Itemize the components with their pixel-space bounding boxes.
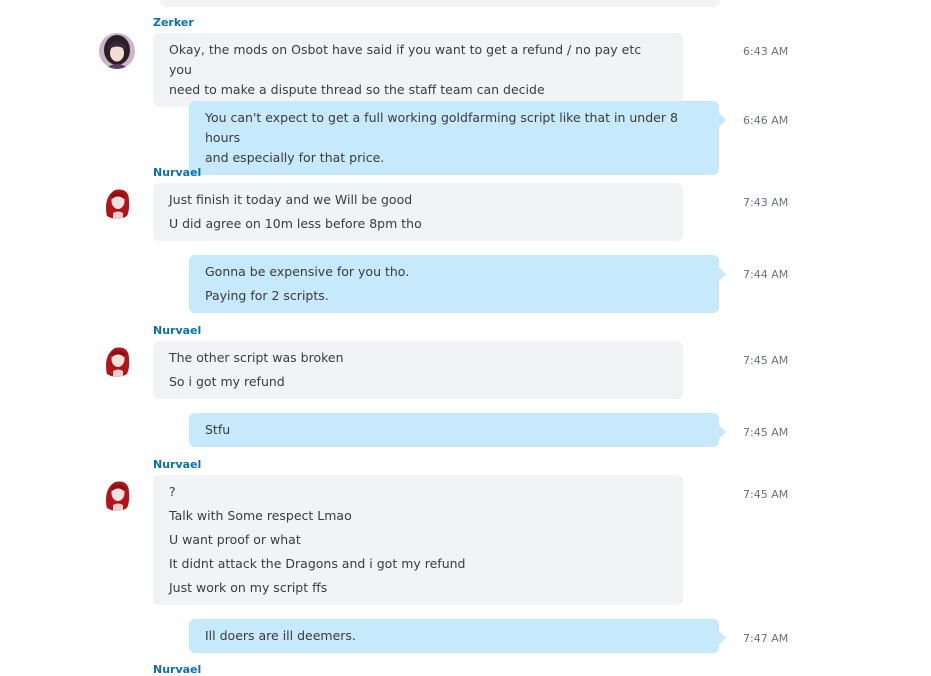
message-text: U want proof or what: [169, 532, 301, 547]
message-timestamp: 7:44 AM: [743, 268, 789, 281]
message-timestamp: 6:43 AM: [743, 45, 789, 58]
message-text: Okay, the mods on Osbot have said if you…: [169, 42, 642, 77]
zerker-avatar[interactable]: [99, 33, 135, 69]
message-text: Paying for 2 scripts.: [205, 288, 329, 303]
message-bubble-outgoing[interactable]: You can't expect to get a full working g…: [189, 101, 726, 175]
sender-name[interactable]: Zerker: [153, 16, 194, 29]
nurvael-avatar[interactable]: [99, 341, 135, 377]
message-timestamp: 7:43 AM: [743, 196, 789, 209]
nurvael-avatar[interactable]: [99, 475, 135, 511]
message-text: and especially for that price.: [205, 150, 385, 165]
message-bubble-incoming[interactable]: ? Talk with Some respect Lmao U want pro…: [153, 475, 683, 605]
message-text: Stfu: [205, 422, 231, 437]
message-bubble-outgoing[interactable]: Gonna be expensive for you tho. Paying f…: [189, 255, 726, 313]
message-bubble-outgoing[interactable]: Stfu: [189, 413, 726, 447]
sender-name[interactable]: Nurvael: [153, 324, 201, 337]
message-timestamp: 7:45 AM: [743, 354, 789, 367]
message-text: The other script was broken: [169, 350, 344, 365]
message-timestamp: 7:45 AM: [743, 488, 789, 501]
message-timestamp: 7:45 AM: [743, 426, 789, 439]
message-bubble-incoming[interactable]: The other script was broken So i got my …: [153, 341, 683, 399]
previous-message-edge: [160, 0, 720, 7]
message-text: Ill doers are ill deemers.: [205, 628, 356, 643]
message-text: You can't expect to get a full working g…: [205, 110, 678, 145]
message-timestamp: 7:47 AM: [743, 632, 789, 645]
message-text: Just finish it today and we Will be good: [169, 192, 413, 207]
sender-name[interactable]: Nurvael: [153, 166, 201, 179]
message-bubble-incoming[interactable]: Just finish it today and we Will be good…: [153, 183, 683, 241]
message-text: U did agree on 10m less before 8pm tho: [169, 216, 422, 231]
message-text: Just work on my script ffs: [169, 580, 328, 595]
message-timestamp: 6:46 AM: [743, 114, 789, 127]
message-text: need to make a dispute thread so the sta…: [169, 82, 545, 97]
message-text: So i got my refund: [169, 374, 285, 389]
message-text: It didnt attack the Dragons and i got my…: [169, 556, 466, 571]
message-bubble-incoming[interactable]: Okay, the mods on Osbot have said if you…: [153, 33, 683, 107]
message-text: Gonna be expensive for you tho.: [205, 264, 410, 279]
message-text: ?: [169, 484, 176, 499]
message-text: Talk with Some respect Lmao: [169, 508, 352, 523]
sender-name[interactable]: Nurvael: [153, 458, 201, 471]
chat-conversation: Zerker Okay, the mods on Osbot have said…: [0, 0, 931, 676]
nurvael-avatar[interactable]: [99, 183, 135, 219]
message-bubble-outgoing[interactable]: Ill doers are ill deemers.: [189, 619, 726, 653]
